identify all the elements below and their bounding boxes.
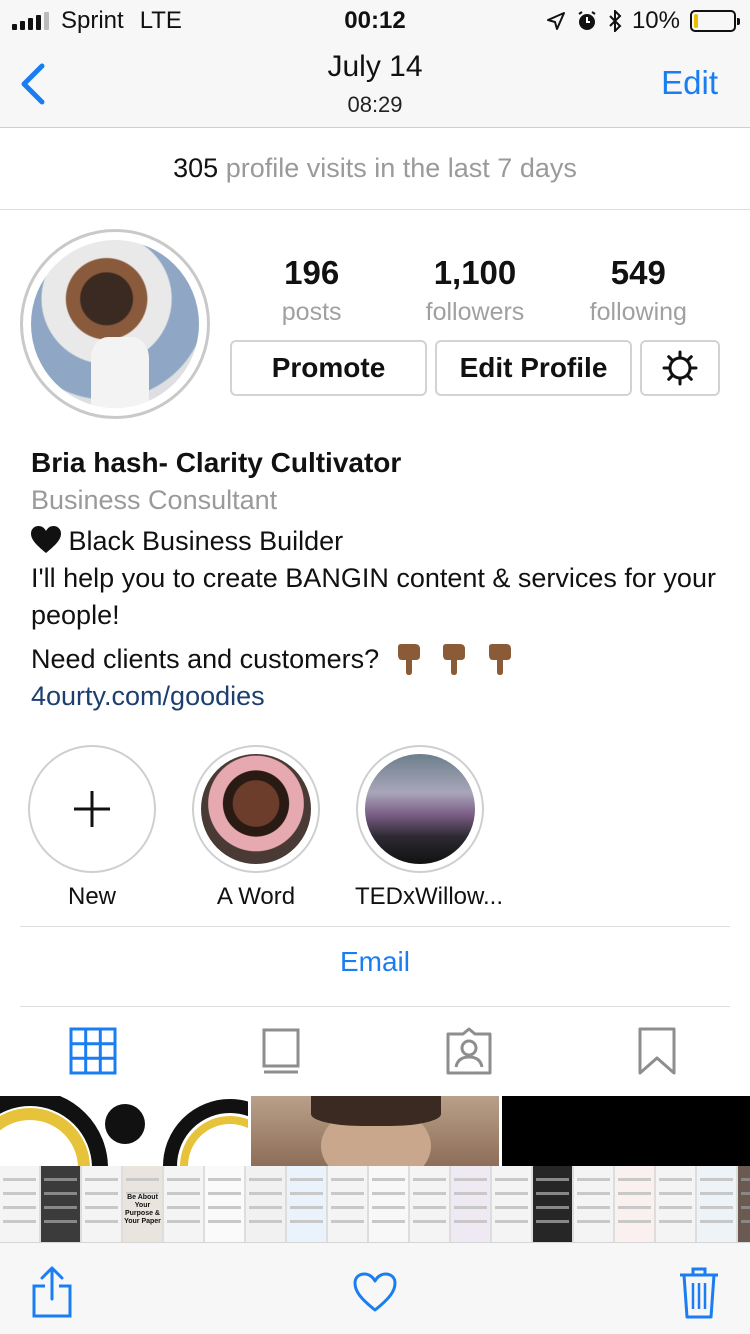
photo-thumbnail[interactable]: [615, 1166, 654, 1242]
bio-line-3-text: Need clients and customers?: [31, 644, 380, 674]
visits-text: profile visits in the last 7 days: [225, 153, 577, 183]
post-thumbnail[interactable]: [502, 1096, 750, 1166]
bio-line-1-text: Black Business Builder: [68, 526, 344, 556]
photo-thumbnail[interactable]: [410, 1166, 449, 1242]
email-button[interactable]: Email: [0, 946, 750, 978]
nav-subtitle: 08:29: [347, 92, 403, 117]
status-right: 10%: [546, 7, 740, 35]
photo-thumbnail[interactable]: [369, 1166, 408, 1242]
grid-view-icon[interactable]: [68, 1026, 118, 1076]
stat-following[interactable]: 549 following: [557, 254, 720, 327]
highlight-ring: [28, 745, 156, 873]
photo-thumbnail[interactable]: [82, 1166, 121, 1242]
highlight-ring: [192, 745, 320, 873]
highlight-ring: [356, 745, 484, 873]
gear-icon: [662, 350, 698, 386]
profile-category: Business Consultant: [31, 485, 278, 515]
post-grid: [0, 1096, 750, 1166]
stat-label: followers: [425, 298, 525, 326]
navigation-bar: July 14 08:29 Edit: [0, 40, 750, 128]
bio-line-2: I'll help you to create BANGIN content &…: [31, 563, 716, 630]
black-heart-icon: [31, 526, 61, 553]
photo-thumbnail[interactable]: [328, 1166, 367, 1242]
share-icon[interactable]: [30, 1265, 74, 1319]
highlight-label: A Word: [216, 883, 296, 910]
nav-title: July 14: [327, 50, 423, 83]
stat-value: 196: [284, 254, 340, 291]
promote-button[interactable]: Promote: [230, 340, 427, 396]
photo-thumbnail[interactable]: [41, 1166, 80, 1242]
photo-thumbnail[interactable]: Be About Your Purpose & Your Paper: [123, 1166, 162, 1242]
pointing-down-icon: [488, 644, 511, 675]
profile-bio: Bria hash- Clarity Cultivator Business C…: [31, 444, 731, 715]
battery-percent: 10%: [631, 7, 680, 34]
post-thumbnail[interactable]: [251, 1096, 499, 1166]
bio-line-1: Black Business Builder: [31, 523, 731, 560]
divider: [20, 926, 730, 927]
location-arrow-icon: [546, 12, 565, 30]
highlight-tedx[interactable]: TEDxWillow...: [355, 745, 504, 911]
photo-thumbnail[interactable]: [0, 1166, 39, 1242]
stat-label: posts: [281, 298, 342, 326]
photo-thumbnail[interactable]: [697, 1166, 736, 1242]
stat-followers[interactable]: 1,100 followers: [393, 254, 556, 327]
visits-count: 305: [173, 153, 219, 183]
highlight-cover-image: [365, 754, 475, 864]
settings-button[interactable]: [640, 340, 720, 396]
bio-line-3: Need clients and customers?: [31, 640, 731, 678]
photo-thumbnail[interactable]: [205, 1166, 244, 1242]
profile-stats: 196 posts 1,100 followers 549 following: [230, 254, 720, 327]
edit-button[interactable]: Edit: [661, 64, 718, 102]
battery-icon: [690, 10, 740, 32]
photo-thumbnail[interactable]: [287, 1166, 326, 1242]
highlight-label: New: [67, 883, 116, 910]
highlight-label: TEDxWillow...: [355, 883, 504, 910]
photo-thumbnail[interactable]: [533, 1166, 572, 1242]
post-artwork: [0, 1096, 248, 1166]
photo-scrubber[interactable]: Be About Your Purpose & Your Paper: [0, 1166, 750, 1242]
profile-visits-banner: 305 profile visits in the last 7 days: [0, 128, 750, 210]
stat-value: 1,100: [433, 254, 517, 291]
highlight-new[interactable]: New: [27, 745, 157, 911]
profile-name: Bria hash- Clarity Cultivator: [31, 447, 402, 478]
photo-thumbnail[interactable]: [164, 1166, 203, 1242]
profile-avatar[interactable]: [20, 229, 210, 419]
highlight-cover-image: [201, 754, 311, 864]
bluetooth-icon: [609, 10, 622, 32]
divider: [20, 1006, 730, 1007]
stat-label: following: [589, 298, 687, 326]
photo-thumbnail[interactable]: [451, 1166, 490, 1242]
stat-posts[interactable]: 196 posts: [230, 254, 393, 327]
photo-thumbnail[interactable]: [492, 1166, 531, 1242]
bottom-toolbar: [0, 1242, 750, 1334]
avatar-image: [31, 240, 199, 408]
pointing-down-icon: [397, 644, 420, 675]
feed-view-icon[interactable]: [256, 1026, 306, 1076]
photo-thumbnail[interactable]: [574, 1166, 613, 1242]
saved-bookmark-icon[interactable]: [632, 1026, 682, 1076]
edit-profile-button[interactable]: Edit Profile: [435, 340, 632, 396]
photo-thumbnail[interactable]: [246, 1166, 285, 1242]
tagged-photos-icon[interactable]: [444, 1026, 494, 1076]
trash-icon[interactable]: [678, 1265, 720, 1319]
pointing-down-icon: [443, 644, 466, 675]
photo-thumbnail[interactable]: [656, 1166, 695, 1242]
post-thumbnail[interactable]: [0, 1096, 248, 1166]
thumbnail-caption: Be About Your Purpose & Your Paper: [124, 1194, 161, 1226]
stat-value: 549: [610, 254, 666, 291]
alarm-icon: [578, 11, 596, 30]
bio-website-link[interactable]: 4ourty.com/goodies: [31, 678, 731, 715]
highlight-a-word[interactable]: A Word: [191, 745, 321, 911]
favorite-heart-icon[interactable]: [352, 1271, 398, 1313]
status-bar: Sprint LTE 00:12 10%: [0, 0, 750, 40]
photo-thumbnail[interactable]: [738, 1166, 750, 1242]
profile-view-tabs: [0, 1008, 750, 1096]
plus-icon: [74, 791, 110, 827]
